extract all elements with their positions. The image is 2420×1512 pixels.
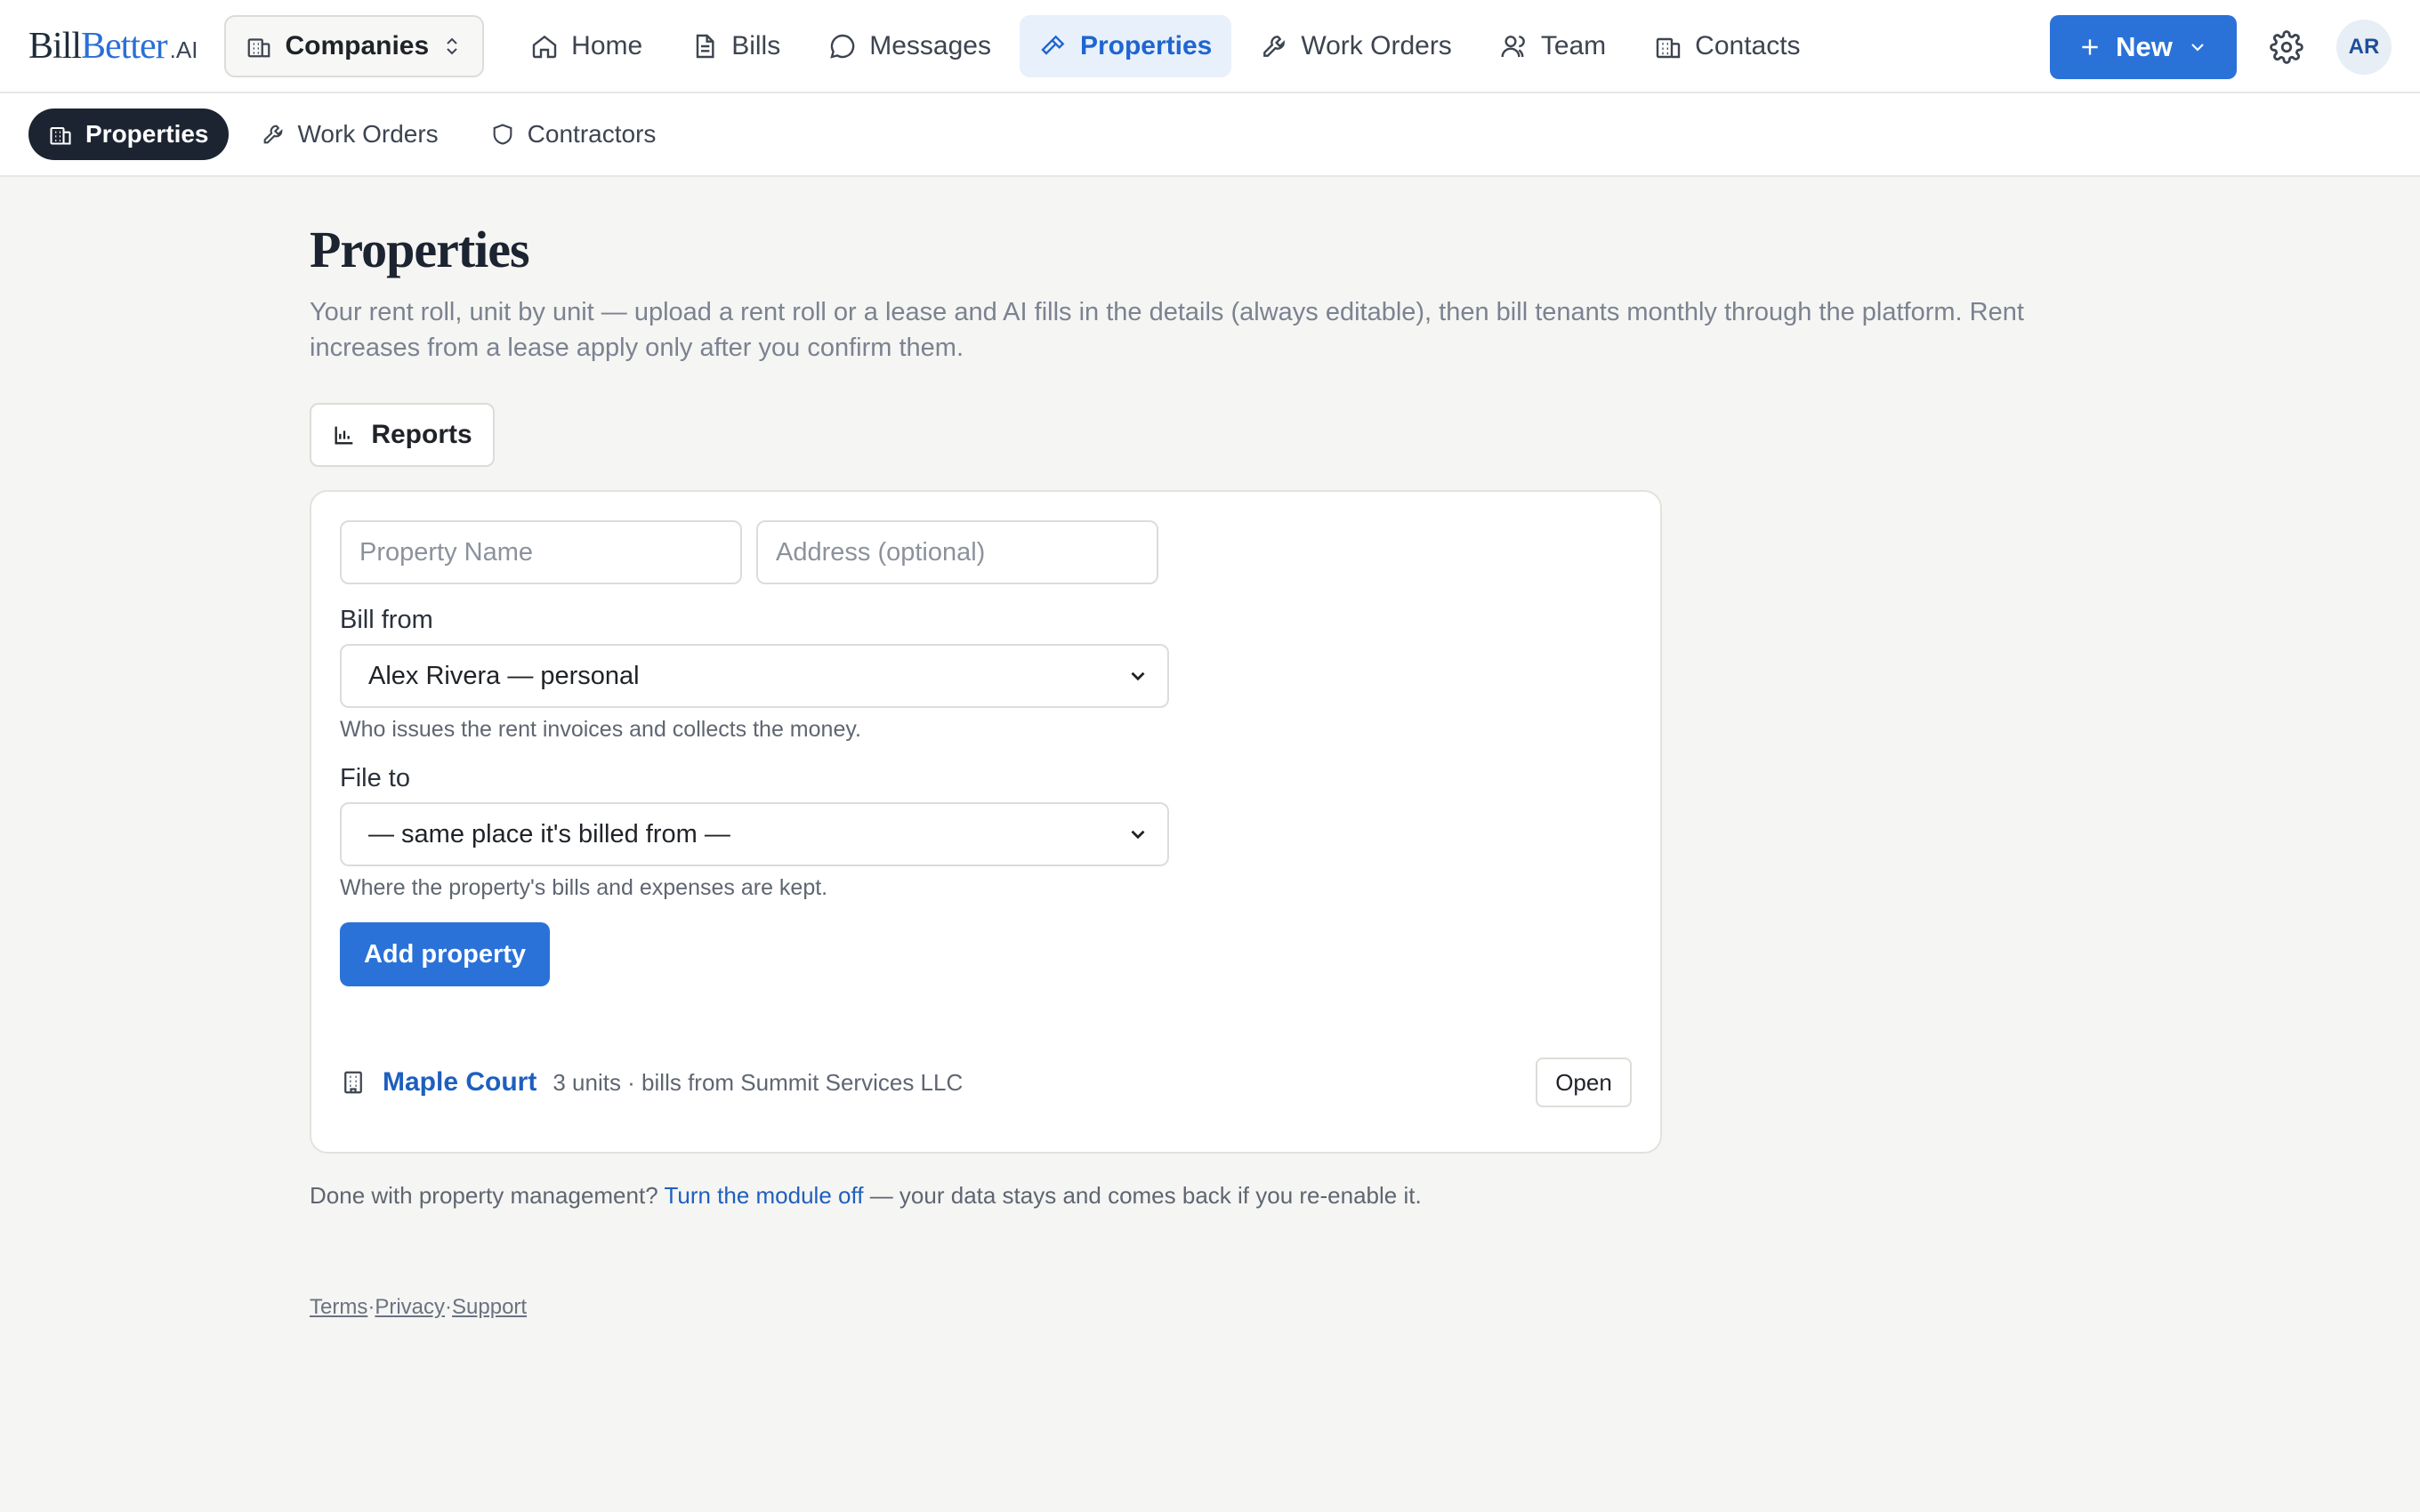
message-icon (828, 32, 857, 60)
shield-icon (490, 122, 515, 147)
chevron-up-down-icon (441, 33, 463, 60)
page-title: Properties (310, 221, 530, 278)
building-icon (48, 122, 73, 147)
app-logo[interactable]: Bill Better .AI (28, 25, 198, 68)
subnav-item-properties[interactable]: Properties (28, 109, 229, 160)
nav-item-properties[interactable]: Properties (1019, 14, 1232, 77)
wrench-icon (261, 122, 286, 147)
logo-text-bill: Bill (28, 25, 82, 67)
property-name-link[interactable]: Maple Court (383, 1067, 536, 1098)
file-to-hint: Where the property's bills and expenses … (340, 875, 828, 900)
nav-item-bills[interactable]: Bills (671, 15, 800, 77)
main-content: Properties Your rent roll, unit by unit … (310, 218, 2134, 1320)
reports-button[interactable]: Reports (310, 403, 495, 467)
chevron-down-icon (2187, 36, 2208, 58)
privacy-link[interactable]: Privacy (375, 1295, 445, 1319)
file-to-label: File to (340, 764, 410, 792)
reports-button-label: Reports (371, 420, 472, 449)
chevron-down-icon (1126, 823, 1150, 846)
module-notice-prefix: Done with property management? (310, 1182, 658, 1209)
subnav-item-label: Contractors (527, 120, 657, 148)
users-icon (1500, 32, 1529, 60)
logo-text-better: Better (81, 25, 168, 67)
new-button[interactable]: New (2050, 14, 2237, 79)
bill-from-value: Alex Rivera — personal (368, 661, 640, 690)
sub-navigation-bar: Properties Work Orders Contractors (0, 93, 2420, 177)
open-property-button[interactable]: Open (1536, 1058, 1632, 1107)
bar-chart-icon (332, 422, 357, 447)
footer-separator: · (445, 1295, 453, 1319)
companies-label: Companies (285, 30, 430, 60)
companies-switcher[interactable]: Companies (224, 14, 485, 77)
property-name-input[interactable]: Property Name (340, 520, 742, 584)
building-icon (1654, 32, 1682, 60)
terms-link[interactable]: Terms (310, 1295, 367, 1319)
topbar-actions: New AR (2050, 0, 2392, 93)
user-avatar[interactable]: AR (2336, 19, 2392, 75)
nav-item-label: Properties (1079, 30, 1213, 60)
property-inputs-row: Property Name Address (optional) (340, 520, 1632, 584)
bill-from-label: Bill from (340, 606, 433, 634)
list-item: Maple Court 3 units · bills from Summit … (340, 1058, 1632, 1107)
properties-card: Property Name Address (optional) Bill fr… (310, 490, 1662, 1154)
page-description: Your rent roll, unit by unit — upload a … (310, 298, 2024, 362)
nav-item-contacts[interactable]: Contacts (1634, 15, 1819, 77)
add-property-button[interactable]: Add property (340, 922, 550, 986)
main-nav: Home Bills Messages Properties Work Orde… (511, 14, 1819, 77)
nav-item-label: Messages (869, 30, 991, 60)
nav-item-label: Home (571, 30, 643, 60)
nav-item-label: Work Orders (1301, 30, 1452, 60)
file-to-select[interactable]: — same place it's billed from — (340, 802, 1169, 866)
module-notice: Done with property management? Turn the … (310, 1182, 2134, 1210)
nav-item-home[interactable]: Home (511, 15, 662, 77)
wrench-icon (1260, 32, 1288, 60)
bill-from-hint: Who issues the rent invoices and collect… (340, 717, 861, 742)
home-icon (530, 32, 559, 60)
building-icon (246, 33, 272, 60)
turn-module-off-link[interactable]: Turn the module off (664, 1182, 863, 1209)
module-notice-suffix: — your data stays and comes back if you … (869, 1182, 1422, 1209)
subnav-item-label: Work Orders (297, 120, 439, 148)
bill-from-select[interactable]: Alex Rivera — personal (340, 644, 1169, 708)
file-icon (690, 32, 719, 60)
logo-text-ai: .AI (169, 36, 198, 63)
plus-icon (2078, 36, 2101, 59)
top-navigation-bar: Bill Better .AI Companies Home Bills Mes… (0, 0, 2420, 93)
address-input[interactable]: Address (optional) (756, 520, 1158, 584)
nav-item-label: Team (1540, 30, 1607, 60)
footer-links: Terms·Privacy·Support (310, 1295, 2134, 1320)
file-to-value: — same place it's billed from — (368, 819, 730, 848)
nav-item-label: Bills (731, 30, 781, 60)
chevron-down-icon (1126, 664, 1150, 688)
property-info: Maple Court 3 units · bills from Summit … (340, 1067, 963, 1098)
subnav-item-contractors[interactable]: Contractors (471, 109, 676, 160)
nav-item-team[interactable]: Team (1480, 15, 1625, 77)
settings-gear-icon[interactable] (2267, 28, 2306, 67)
support-link[interactable]: Support (452, 1295, 527, 1319)
building-icon (340, 1069, 367, 1096)
property-meta: 3 units · bills from Summit Services LLC (553, 1068, 964, 1096)
nav-item-messages[interactable]: Messages (809, 15, 1011, 77)
hammer-icon (1039, 32, 1068, 60)
nav-item-work-orders[interactable]: Work Orders (1240, 15, 1471, 77)
new-button-label: New (2116, 30, 2173, 62)
subnav-item-label: Properties (85, 120, 209, 148)
nav-item-label: Contacts (1695, 30, 1801, 60)
subnav-item-work-orders[interactable]: Work Orders (241, 109, 458, 160)
